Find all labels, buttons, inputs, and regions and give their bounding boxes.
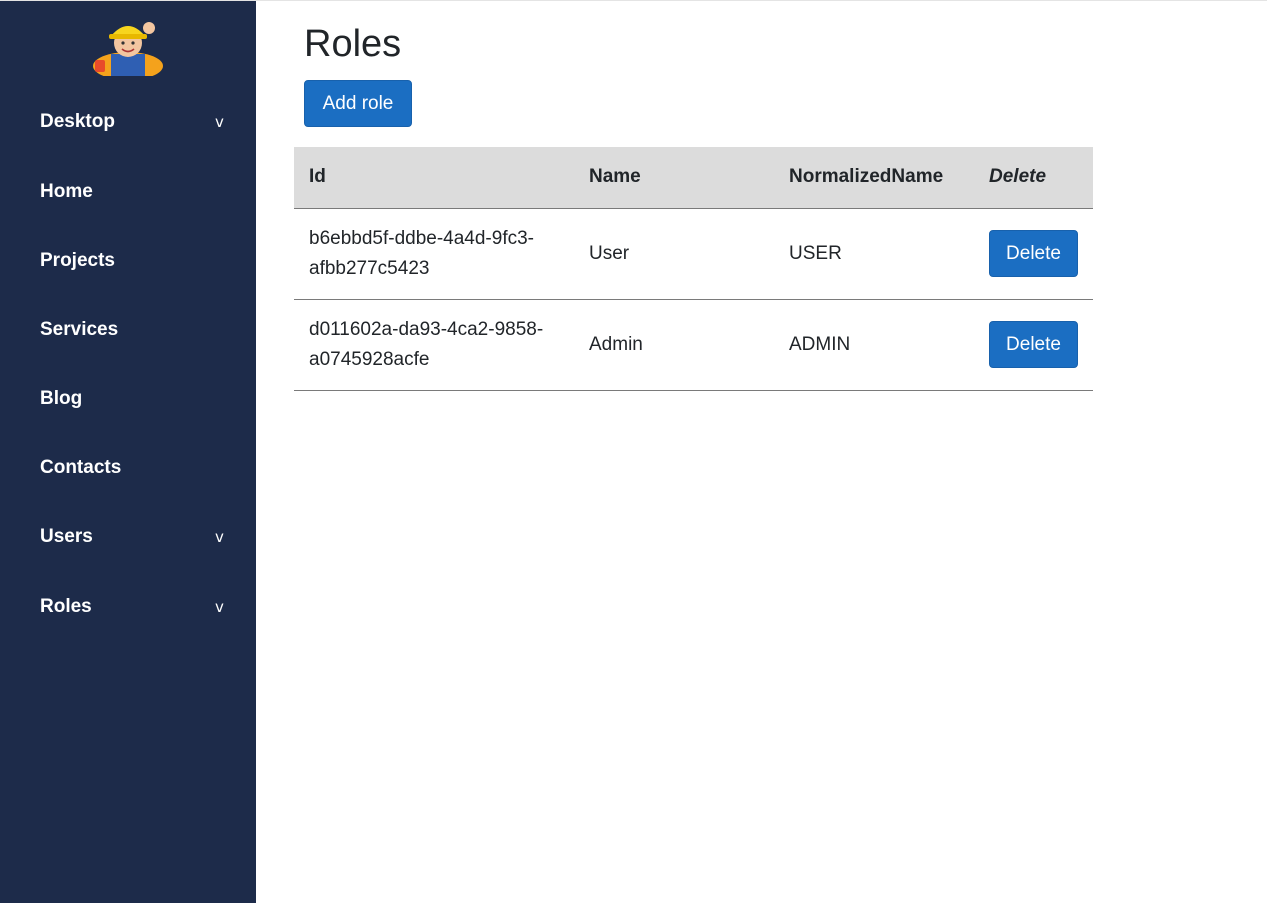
sidebar-item-desktop[interactable]: Desktop v [0,87,256,156]
role-name-cell: User [574,208,774,300]
column-header-delete: Delete [974,147,1093,209]
sidebar-item-label: Users [40,525,93,547]
chevron-down-icon: v [215,597,224,616]
delete-role-button[interactable]: Delete [989,230,1078,277]
app-window: Desktop v Home Projects Services Blog Co… [0,0,1267,903]
role-id-cell: b6ebbd5f-ddbe-4a4d-9fc3-afbb277c5423 [294,208,574,300]
column-header-name: Name [574,147,774,209]
column-header-id: Id [294,147,574,209]
role-delete-cell: Delete [974,208,1093,300]
add-role-button[interactable]: Add role [304,80,412,127]
sidebar: Desktop v Home Projects Services Blog Co… [0,1,256,903]
column-header-normalized-name: NormalizedName [774,147,974,209]
role-id-cell: d011602a-da93-4ca2-9858-a0745928acfe [294,299,574,391]
sidebar-item-roles[interactable]: Roles v [0,572,256,641]
sidebar-item-blog[interactable]: Blog [0,364,256,433]
sidebar-item-label: Services [40,318,119,340]
sidebar-item-users[interactable]: Users v [0,502,256,571]
sidebar-item-label: Blog [40,387,83,409]
role-name-cell: Admin [574,299,774,391]
roles-table: Id Name NormalizedName Delete b6ebbd5f-d… [294,147,1093,391]
page-title: Roles [304,23,402,65]
delete-role-button[interactable]: Delete [989,321,1078,368]
sidebar-item-services[interactable]: Services [0,295,256,364]
main-content: Roles Add role Id Name NormalizedName De… [256,1,1267,903]
table-row: d011602a-da93-4ca2-9858-a0745928acfe Adm… [294,299,1093,391]
chevron-down-icon: v [215,112,224,131]
role-delete-cell: Delete [974,299,1093,391]
sidebar-item-label: Roles [40,595,92,617]
sidebar-item-home[interactable]: Home [0,157,256,226]
sidebar-item-label: Projects [40,249,115,271]
role-normalized-name-cell: ADMIN [774,299,974,391]
sidebar-item-projects[interactable]: Projects [0,226,256,295]
sidebar-item-label: Home [40,180,93,202]
table-row: b6ebbd5f-ddbe-4a4d-9fc3-afbb277c5423 Use… [294,208,1093,300]
role-normalized-name-cell: USER [774,208,974,300]
sidebar-item-label: Contacts [40,456,122,478]
sidebar-item-contacts[interactable]: Contacts [0,433,256,502]
table-header-row: Id Name NormalizedName Delete [294,147,1093,209]
logo-builder-icon [93,22,163,76]
chevron-down-icon: v [215,527,224,546]
sidebar-item-label: Desktop [40,110,115,132]
